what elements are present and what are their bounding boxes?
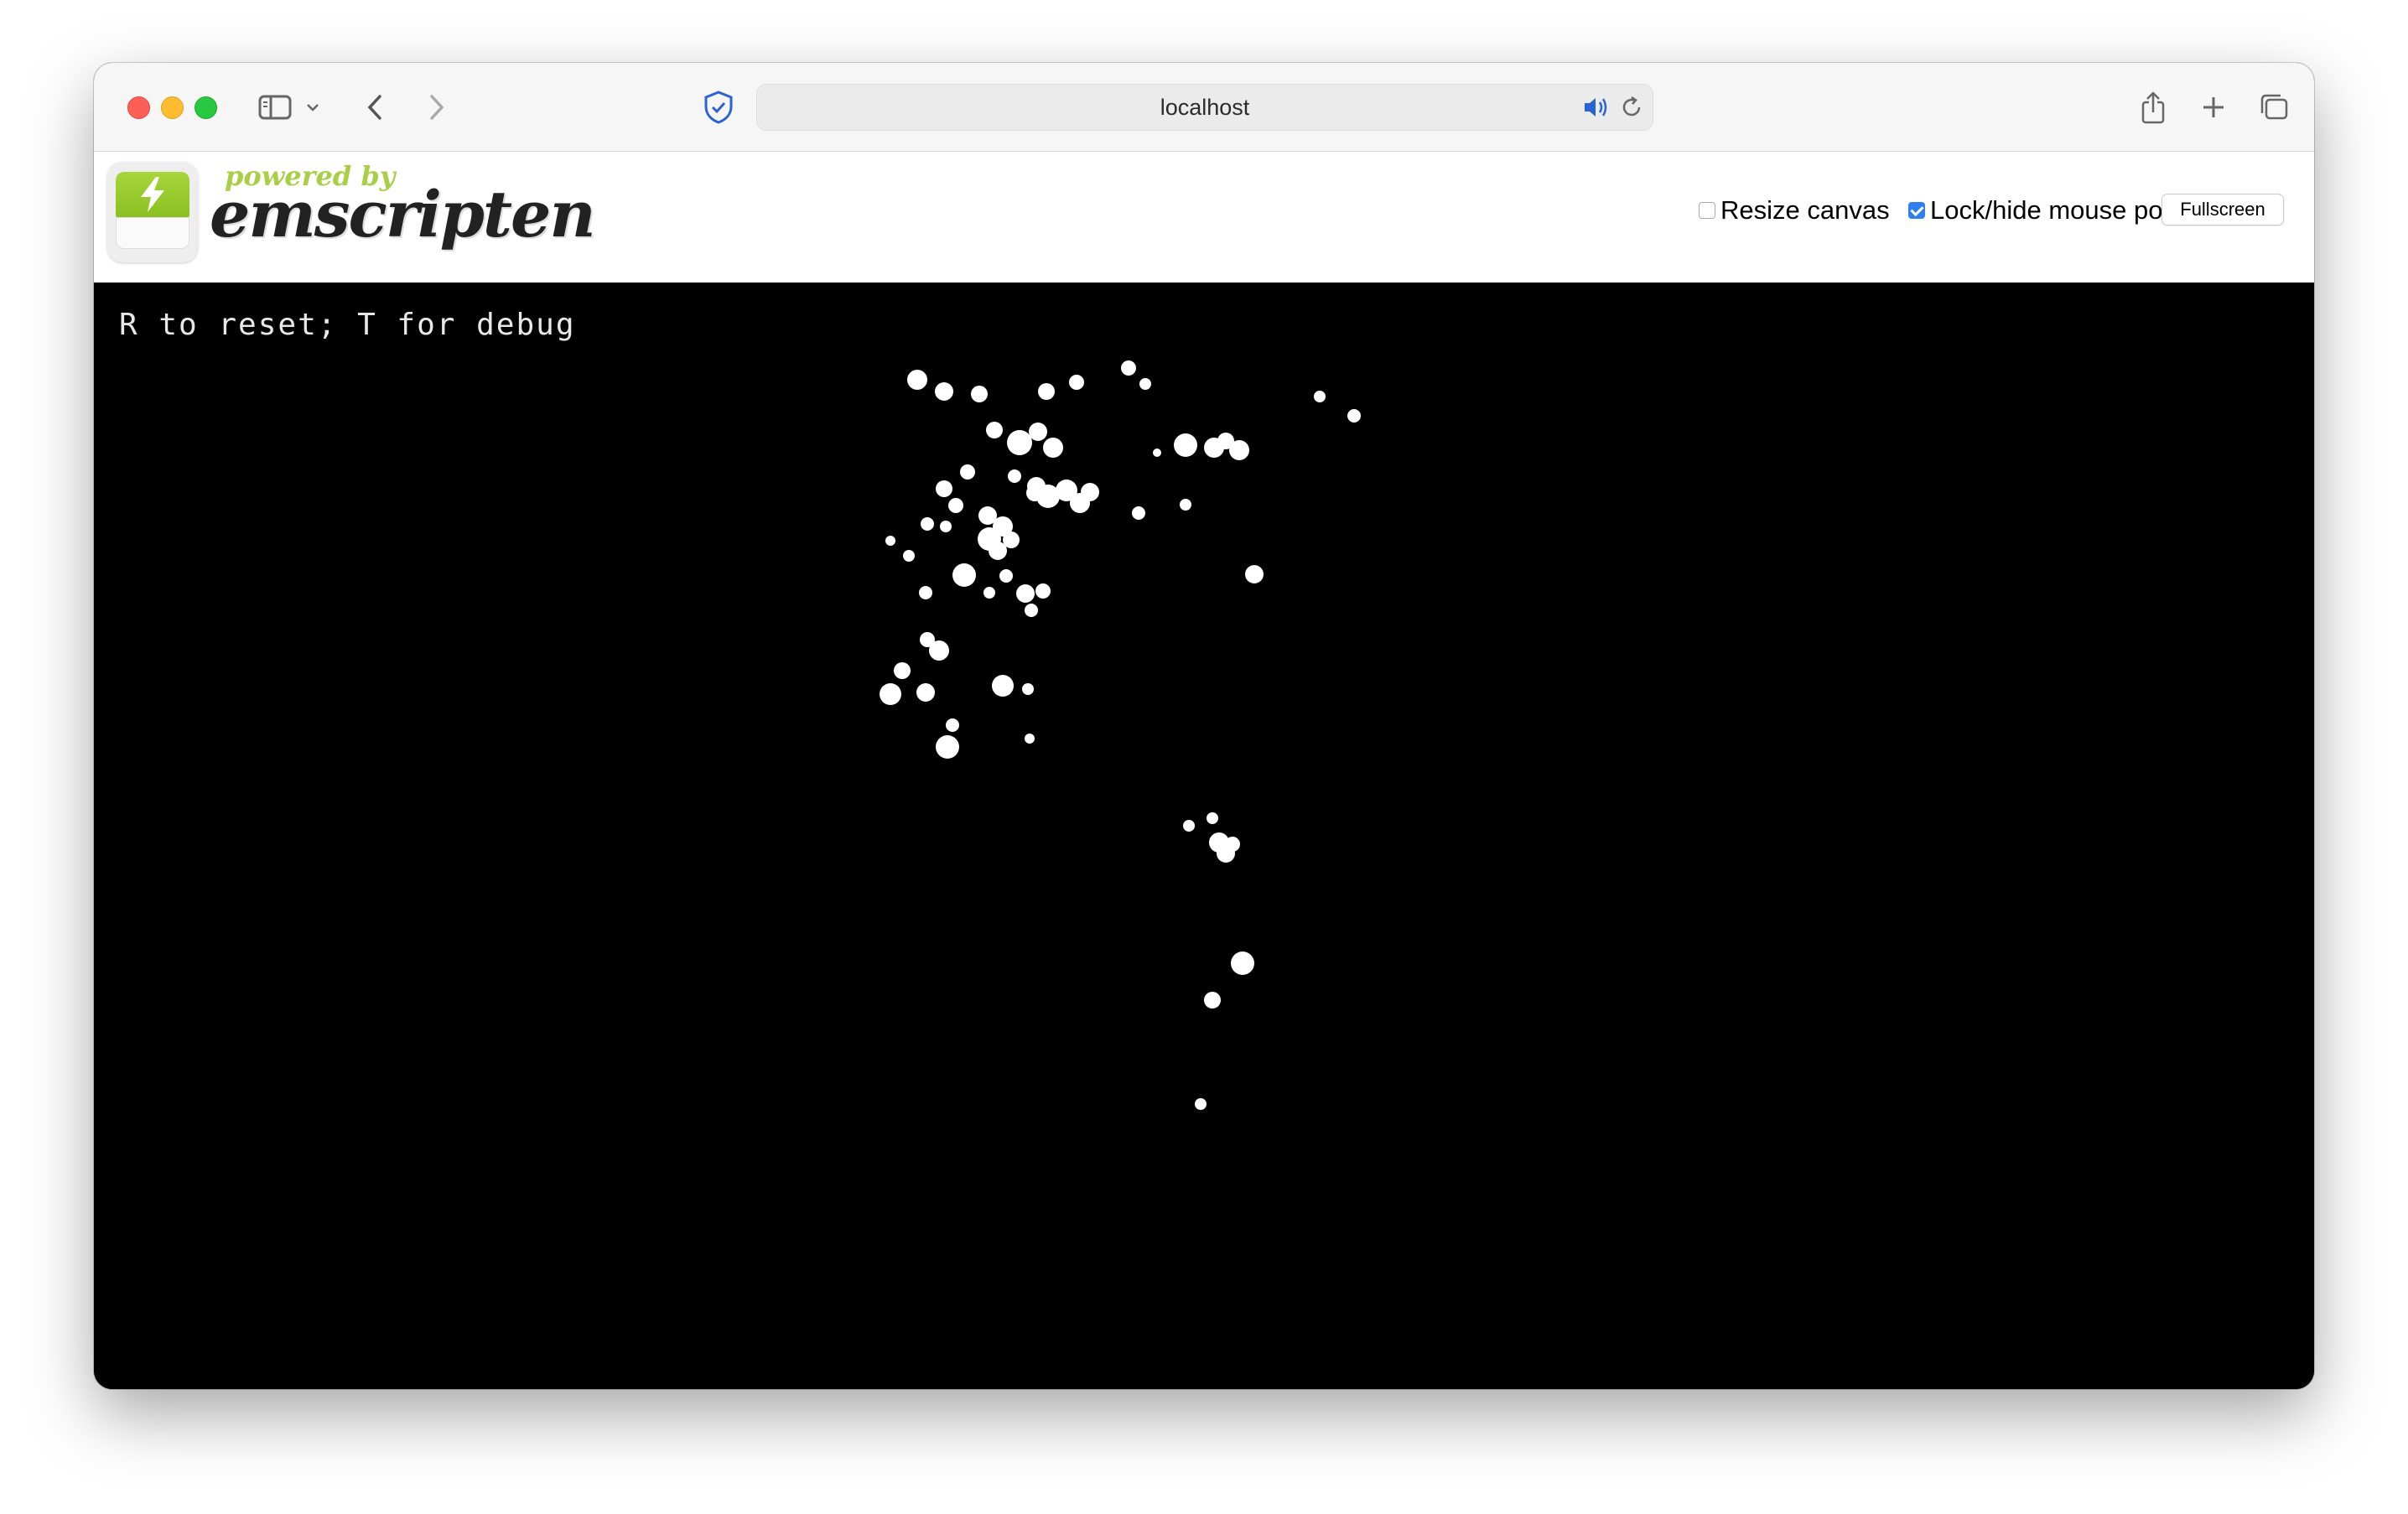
physics-ball — [1029, 423, 1047, 441]
physics-ball — [894, 662, 911, 679]
physics-ball — [1204, 992, 1221, 1008]
physics-ball — [1183, 820, 1195, 832]
chevron-down-icon[interactable] — [302, 86, 324, 128]
physics-ball — [1139, 378, 1151, 390]
physics-ball — [921, 517, 934, 531]
physics-ball — [1207, 812, 1218, 824]
close-window-button[interactable] — [127, 96, 150, 119]
physics-ball — [983, 587, 995, 599]
physics-ball — [1043, 438, 1063, 458]
physics-ball — [1121, 360, 1136, 376]
physics-ball — [1025, 604, 1038, 617]
physics-ball — [1180, 499, 1191, 511]
physics-ball — [936, 480, 952, 497]
physics-ball — [986, 422, 1003, 438]
forward-icon[interactable] — [419, 86, 453, 128]
canvas-hint-text: R to reset; T for debug — [119, 308, 576, 342]
physics-ball — [1153, 448, 1161, 457]
new-tab-icon[interactable] — [2197, 86, 2230, 128]
physics-ball — [999, 569, 1013, 583]
url-text: localhost — [1160, 95, 1250, 120]
minimize-window-button[interactable] — [161, 96, 184, 119]
physics-ball — [1008, 469, 1021, 483]
physics-ball — [971, 386, 988, 402]
privacy-shield-icon[interactable] — [699, 86, 738, 128]
physics-ball — [885, 536, 895, 546]
resize-canvas-label: Resize canvas — [1720, 195, 1890, 225]
physics-ball — [946, 718, 959, 732]
physics-ball — [1347, 409, 1361, 423]
physics-ball — [1245, 565, 1264, 583]
fullscreen-button[interactable]: Fullscreen — [2161, 194, 2284, 226]
physics-ball — [1225, 837, 1240, 852]
physics-ball — [1025, 734, 1035, 744]
physics-ball — [1132, 506, 1145, 520]
physics-ball — [1035, 583, 1051, 599]
physics-ball — [1022, 683, 1034, 695]
address-bar[interactable]: localhost — [756, 84, 1653, 131]
lock-pointer-checkbox[interactable] — [1908, 202, 1925, 219]
physics-ball — [929, 640, 949, 661]
physics-ball — [952, 563, 976, 587]
tab-overview-icon[interactable] — [2255, 86, 2292, 128]
browser-toolbar: localhost — [94, 63, 2314, 152]
physics-ball — [916, 683, 935, 702]
game-canvas[interactable]: R to reset; T for debug — [94, 283, 2314, 1389]
physics-ball — [1016, 584, 1035, 603]
physics-ball — [903, 550, 915, 562]
physics-ball — [880, 683, 901, 705]
physics-ball — [1217, 433, 1234, 449]
physics-ball — [907, 370, 927, 390]
physics-ball — [936, 735, 959, 759]
back-icon[interactable] — [359, 86, 392, 128]
share-icon[interactable] — [2136, 86, 2170, 128]
zoom-window-button[interactable] — [195, 96, 217, 119]
physics-ball — [1069, 375, 1084, 390]
audio-playing-icon[interactable] — [1582, 95, 1611, 124]
physics-ball — [992, 675, 1014, 697]
physics-ball — [1195, 1098, 1207, 1110]
physics-ball — [993, 516, 1013, 537]
physics-ball — [1038, 383, 1055, 400]
resize-canvas-control[interactable]: Resize canvas — [1699, 195, 1890, 226]
resize-canvas-checkbox[interactable] — [1699, 202, 1715, 219]
browser-window: localhost powered by emscripten Resize c… — [94, 63, 2314, 1389]
physics-ball — [1231, 951, 1254, 975]
physics-ball — [1314, 391, 1326, 402]
physics-ball — [940, 521, 952, 532]
physics-ball — [919, 586, 932, 599]
physics-ball — [960, 464, 975, 480]
logo-wordmark: emscripten — [210, 177, 596, 251]
physics-ball — [1026, 485, 1043, 501]
physics-ball — [1070, 493, 1090, 513]
physics-ball — [935, 382, 953, 401]
sidebar-toggle-icon[interactable] — [255, 86, 295, 128]
emscripten-logo-icon — [107, 162, 198, 262]
physics-ball — [948, 498, 963, 513]
reload-icon[interactable] — [1619, 95, 1644, 124]
physics-ball — [1174, 433, 1197, 457]
emscripten-header: powered by emscripten Resize canvas Lock… — [94, 152, 2314, 283]
